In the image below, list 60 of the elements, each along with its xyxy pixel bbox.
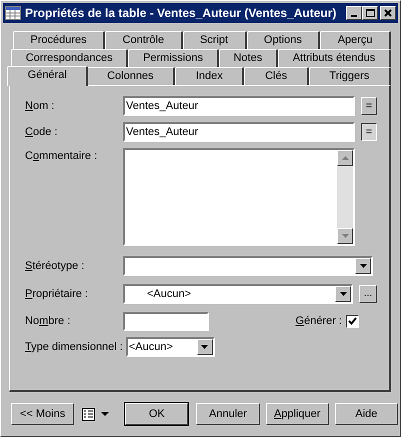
- scroll-arrow-button[interactable]: [337, 228, 353, 244]
- dropdown-button[interactable]: [355, 258, 371, 274]
- tab[interactable]: Index: [175, 67, 244, 85]
- field-label: Stéréotype :: [25, 258, 86, 274]
- minimize-button[interactable]: [346, 6, 362, 20]
- field-label: Propriétaire :: [25, 286, 89, 302]
- comment-field[interactable]: [123, 148, 355, 246]
- tab[interactable]: Attributs étendus: [278, 49, 391, 67]
- close-button[interactable]: [380, 6, 396, 20]
- field-label: Commentaire :: [25, 149, 98, 164]
- tab[interactable]: Aperçu: [320, 31, 391, 49]
- caret-icon: [201, 345, 208, 349]
- tab[interactable]: Triggers: [308, 67, 391, 85]
- caret-icon: [101, 412, 110, 416]
- field-label: Nombre :: [25, 314, 72, 330]
- equals-button[interactable]: =: [361, 97, 377, 115]
- dropdown[interactable]: <Aucun>: [123, 284, 353, 304]
- tab[interactable]: Colonnes: [86, 67, 176, 85]
- dialog-button[interactable]: Appliquer: [266, 403, 329, 425]
- checkbox-label: Générer :: [296, 314, 342, 330]
- dropdown-button[interactable]: [196, 339, 213, 355]
- field-label: Code :: [25, 124, 58, 140]
- tab[interactable]: Général: [7, 66, 88, 86]
- triangle-icon: [342, 156, 348, 160]
- caret-icon: [340, 292, 346, 296]
- dropdown-button[interactable]: [335, 286, 351, 302]
- tab[interactable]: Permissions: [128, 49, 219, 67]
- dropdown[interactable]: [123, 256, 373, 276]
- table-icon: [5, 6, 21, 20]
- text-field[interactable]: Ventes_Auteur: [123, 122, 355, 142]
- dropdown-value: <Aucun>: [128, 340, 174, 355]
- dialog-button[interactable]: Aide: [334, 403, 398, 425]
- tab[interactable]: Script: [182, 31, 246, 49]
- maximize-icon: [366, 9, 374, 17]
- dialog-button[interactable]: Annuler: [196, 403, 260, 425]
- dropdown-value: <Aucun>: [146, 286, 192, 302]
- list-icon: [82, 408, 96, 420]
- tab[interactable]: Options: [246, 31, 320, 49]
- field-label: Nom :: [25, 98, 56, 114]
- tab[interactable]: Correspondances: [11, 49, 128, 67]
- minimize-icon: [351, 15, 357, 17]
- scroll-arrow-button[interactable]: [337, 150, 353, 166]
- close-icon: [384, 9, 392, 17]
- maximize-button[interactable]: [362, 6, 378, 20]
- caret-icon: [360, 264, 366, 268]
- tab[interactable]: Notes: [218, 49, 278, 67]
- dialog-button[interactable]: OK: [125, 403, 188, 425]
- number-field[interactable]: [123, 312, 209, 331]
- tab[interactable]: Procédures: [13, 31, 106, 49]
- tab[interactable]: Contrôle: [105, 31, 183, 49]
- field-label: Type dimensionnel :: [25, 340, 124, 355]
- tab[interactable]: Clés: [244, 67, 309, 85]
- text-field[interactable]: Ventes_Auteur: [123, 96, 355, 116]
- browse-button[interactable]: ...: [359, 285, 377, 303]
- triangle-icon: [342, 234, 348, 238]
- dropdown[interactable]: <Aucun>: [126, 337, 215, 357]
- equals-button[interactable]: =: [361, 123, 377, 141]
- dialog-button[interactable]: << Moins: [11, 403, 74, 425]
- window-title: Propriétés de la table - Ventes_Auteur (Ventes_Auteur): [25, 5, 338, 22]
- checkbox[interactable]: [346, 315, 359, 328]
